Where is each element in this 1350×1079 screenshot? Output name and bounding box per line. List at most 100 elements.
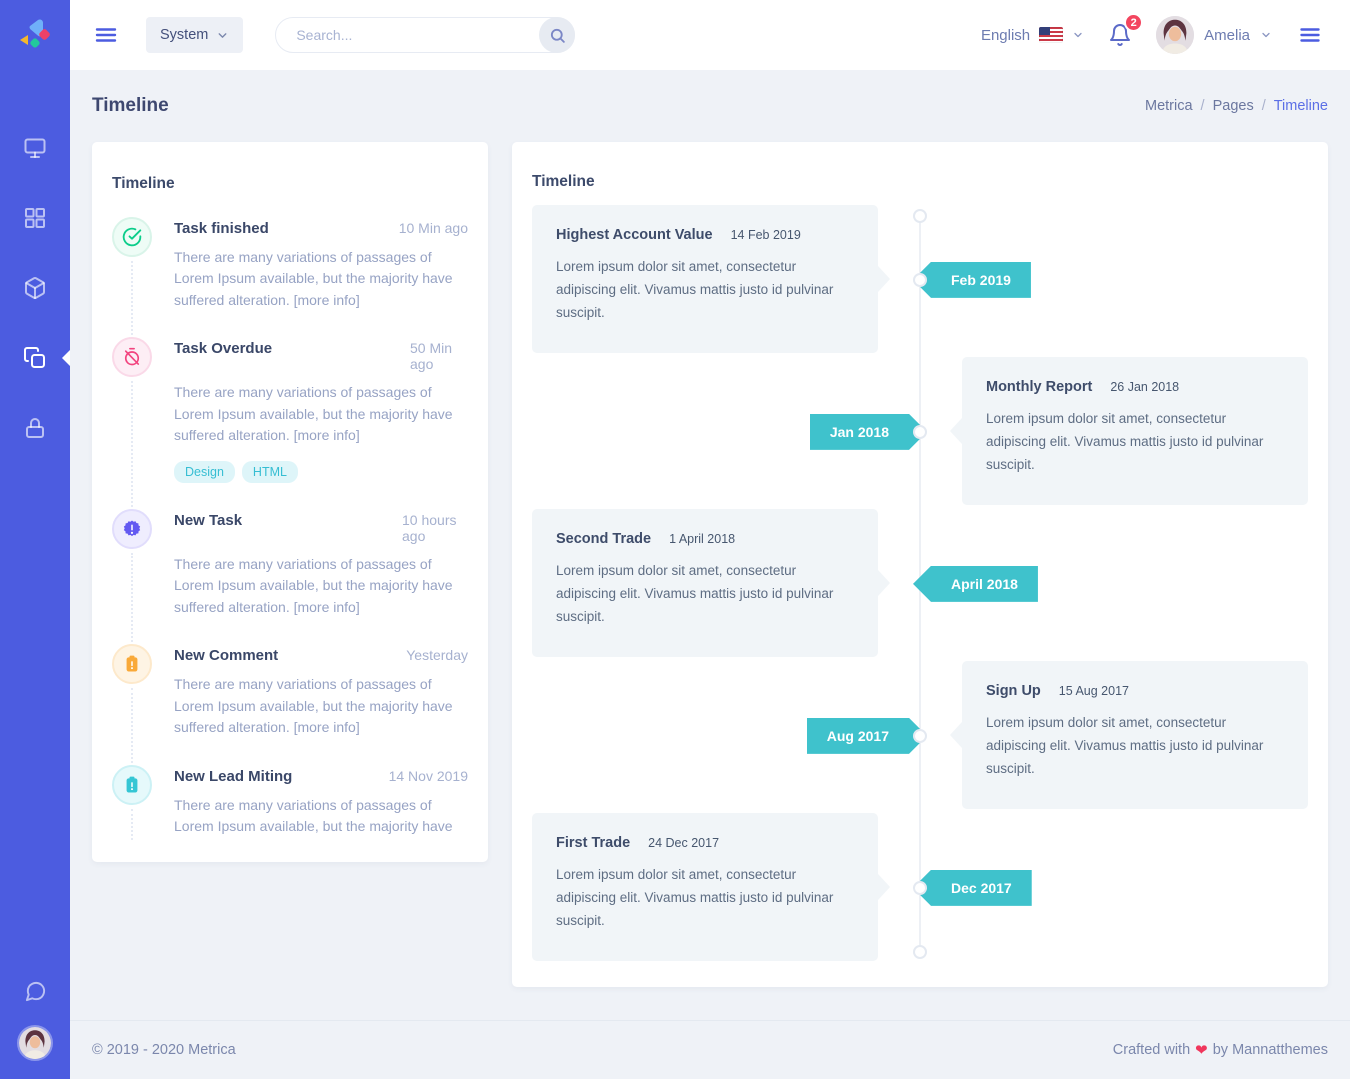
timeline-entry-title: Monthly Report <box>986 379 1092 395</box>
chat-button[interactable] <box>24 980 47 1003</box>
activity-item: New Comment Yesterday There are many var… <box>112 644 468 765</box>
activity-body: New Lead Miting 14 Nov 2019 There are ma… <box>174 765 468 838</box>
timeline-end-node <box>913 945 927 959</box>
sidebar <box>0 0 70 1079</box>
monitor-icon <box>23 136 47 160</box>
timeline-entry-text: Lorem ipsum dolor sit amet, consectetur … <box>986 711 1284 780</box>
sidebar-item-apps[interactable] <box>0 183 70 253</box>
sidebar-item-authentication[interactable] <box>0 393 70 463</box>
chevron-down-icon <box>1260 29 1272 41</box>
activity-item: New Task 10 hours ago There are many var… <box>112 509 468 645</box>
timeline-node <box>913 273 927 287</box>
activity-time: 10 Min ago <box>399 217 468 237</box>
user-menu[interactable]: Amelia <box>1156 16 1272 54</box>
timer-off-icon <box>112 337 152 377</box>
sidebar-item-pages[interactable] <box>0 323 70 393</box>
timeline-entry-date: 24 Dec 2017 <box>648 836 719 850</box>
timeline-entry-text: Lorem ipsum dolor sit amet, consectetur … <box>556 863 854 932</box>
sidebar-nav <box>0 113 70 463</box>
check-circle-icon <box>112 217 152 257</box>
activity-text: There are many variations of passages of… <box>174 554 468 619</box>
language-selector[interactable]: English <box>981 27 1084 44</box>
activity-time: 14 Nov 2019 <box>389 765 468 785</box>
active-item-indicator <box>62 350 70 366</box>
credits-prefix: Crafted with <box>1113 1042 1190 1058</box>
message-circle-icon <box>24 980 47 1003</box>
timeline-date-badge: Dec 2017 <box>913 870 1032 906</box>
lock-icon <box>23 416 47 440</box>
timeline-entry-title: Highest Account Value <box>556 227 713 243</box>
activity-title: Task finished <box>174 217 269 237</box>
activity-timeline-card: Timeline Task finished 10 Min ago There … <box>92 142 488 862</box>
timeline-node <box>913 425 927 439</box>
card-title: Timeline <box>112 175 468 193</box>
timeline-date-badge: Feb 2019 <box>913 262 1031 298</box>
sidebar-item-dashboard[interactable] <box>0 113 70 183</box>
language-label: English <box>981 27 1030 44</box>
breadcrumb-separator: / <box>1254 98 1274 114</box>
timeline-entry-title: First Trade <box>556 835 630 851</box>
credits: Crafted with ❤ by Mannatthemes <box>1113 1041 1328 1059</box>
grid-icon <box>23 206 47 230</box>
timeline-item: Sign Up 15 Aug 2017 Lorem ipsum dolor si… <box>532 661 1308 811</box>
breadcrumb-metrica[interactable]: Metrica <box>1145 98 1193 114</box>
main-content: Timeline Metrica / Pages / Timeline Time… <box>70 70 1350 1020</box>
timeline-date-badge: Jan 2018 <box>810 414 927 450</box>
timeline-entry-date: 26 Jan 2018 <box>1110 380 1179 394</box>
align-menu-icon <box>1298 23 1322 47</box>
activity-item: New Lead Miting 14 Nov 2019 There are ma… <box>112 765 468 842</box>
card-title: Timeline <box>532 173 1308 191</box>
copy-pages-icon <box>23 346 47 370</box>
activity-time: 10 hours ago <box>402 509 468 544</box>
menu-toggle-button[interactable] <box>90 19 122 51</box>
sidebar-item-widgets[interactable] <box>0 253 70 323</box>
timeline-node <box>913 881 927 895</box>
settings-menu-button[interactable] <box>1294 19 1326 51</box>
heart-icon: ❤ <box>1190 1041 1213 1059</box>
timeline-item: Highest Account Value 14 Feb 2019 Lorem … <box>532 205 1308 355</box>
sidebar-user-avatar[interactable] <box>17 1025 53 1061</box>
package-icon <box>23 276 47 300</box>
seal-alert-icon <box>112 509 152 549</box>
timeline-item: Second Trade 1 April 2018 Lorem ipsum do… <box>532 509 1308 659</box>
chevron-down-icon <box>1072 29 1084 41</box>
timeline-entry-card: Highest Account Value 14 Feb 2019 Lorem … <box>532 205 878 353</box>
page-title: Timeline <box>92 95 169 117</box>
app-window: System English 2 <box>0 0 1350 1079</box>
system-dropdown-label: System <box>160 27 208 43</box>
timeline-node <box>913 729 927 743</box>
notifications-button[interactable]: 2 <box>1106 21 1134 49</box>
activity-body: Task finished 10 Min ago There are many … <box>174 217 468 312</box>
activity-text: There are many variations of passages of… <box>174 674 468 739</box>
activity-item: Task Overdue 50 Min ago There are many v… <box>112 337 468 509</box>
activity-time: 50 Min ago <box>410 337 468 372</box>
user-name: Amelia <box>1204 27 1250 44</box>
timeline-entry-text: Lorem ipsum dolor sit amet, consectetur … <box>556 559 854 628</box>
activity-title: New Task <box>174 509 242 544</box>
timeline-entry-date: 14 Feb 2019 <box>731 228 801 242</box>
breadcrumb-pages[interactable]: Pages <box>1213 98 1254 114</box>
logo-icon <box>18 18 52 52</box>
timeline-entry-date: 15 Aug 2017 <box>1059 684 1129 698</box>
app-logo[interactable] <box>0 0 70 70</box>
timeline-start-node <box>913 209 927 223</box>
system-dropdown[interactable]: System <box>146 17 243 53</box>
notification-count-badge: 2 <box>1124 13 1143 32</box>
timeline-entry-title: Second Trade <box>556 531 651 547</box>
topbar-right: English 2 Amelia <box>981 16 1326 54</box>
chevron-down-icon <box>216 29 229 42</box>
search-input[interactable] <box>275 17 575 53</box>
timeline-entry-date: 1 April 2018 <box>669 532 735 546</box>
tag-badge: Design <box>174 461 235 483</box>
breadcrumb-current: Timeline <box>1274 98 1328 114</box>
activity-title: Task Overdue <box>174 337 272 372</box>
timeline-date-badge: Aug 2017 <box>807 718 927 754</box>
timeline-date-badge: April 2018 <box>913 566 1038 602</box>
search-button[interactable] <box>539 17 575 53</box>
timeline-entry-card: Sign Up 15 Aug 2017 Lorem ipsum dolor si… <box>962 661 1308 809</box>
activity-text: There are many variations of passages of… <box>174 382 468 447</box>
breadcrumb: Metrica / Pages / Timeline <box>1145 98 1328 114</box>
user-avatar <box>1156 16 1194 54</box>
timeline-entry-text: Lorem ipsum dolor sit amet, consectetur … <box>986 407 1284 476</box>
avatar-image <box>1156 16 1194 54</box>
